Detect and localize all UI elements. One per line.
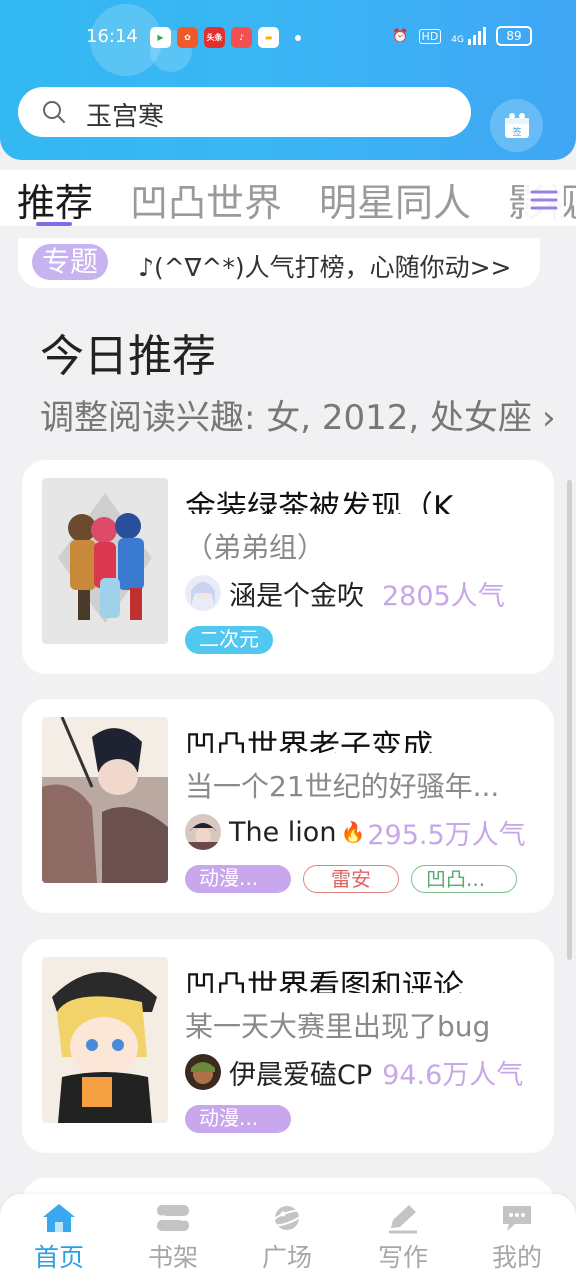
author-row: 涵是个金吹 2805人气 (185, 574, 505, 612)
book-description: 某一天大赛里出现了bug (185, 1010, 491, 1043)
tag-list: 二次元 (185, 626, 273, 654)
scrollbar[interactable] (567, 480, 572, 960)
status-time: 16:14 (86, 26, 138, 47)
nav-home[interactable]: 首页 (19, 1202, 99, 1274)
battery-indicator: 89 (496, 26, 532, 46)
hot-flame-icon: 🔥 (340, 820, 366, 844)
search-bar[interactable]: 玉宫寒 (18, 87, 471, 137)
book-title: 凹凸世界看图和评论 (185, 969, 464, 993)
bottom-navigation: 首页 书架 广场 写作 我的 (0, 1194, 576, 1280)
nav-bookshelf[interactable]: 书架 (133, 1202, 213, 1274)
popularity-count: 295.5万人气 (367, 819, 526, 851)
topic-tag: 专题 (32, 244, 109, 280)
tab-celebrity-fanfic[interactable]: 明星同人 (319, 172, 471, 226)
reading-interest-label: 调整阅读兴趣: 女, 2012, 处女座 (40, 398, 533, 438)
wallet-app-icon: ▬ (258, 27, 279, 48)
nav-square[interactable]: 广场 (247, 1202, 327, 1274)
author-avatar (185, 814, 221, 850)
home-icon (43, 1204, 75, 1232)
active-tab-indicator (36, 222, 72, 226)
nav-write[interactable]: 写作 (363, 1202, 443, 1274)
author-avatar (185, 1054, 221, 1090)
nav-mine[interactable]: 我的 (477, 1202, 557, 1274)
news-app-icon: 头条 (204, 27, 225, 48)
nav-label: 书架 (147, 1243, 198, 1272)
daily-sign-in-button[interactable]: 签 (490, 99, 543, 152)
nav-label: 我的 (491, 1243, 542, 1272)
author-row: The lion 🔥 295.5万人气 (185, 813, 526, 851)
book-tag[interactable]: 动漫... (185, 865, 291, 893)
book-tag[interactable]: 雷安 (303, 865, 399, 893)
author-name: The lion (229, 816, 337, 848)
alarm-icon: ⏰ (392, 28, 409, 44)
nav-label: 首页 (33, 1243, 84, 1272)
book-title: 金装绿茶被发现（K (185, 490, 454, 514)
sign-in-label: 签 (512, 126, 521, 138)
notification-icons: ▶ ✿ 头条 ♪ ▬ (150, 27, 301, 48)
tag-list: 动漫... (185, 1105, 291, 1133)
author-avatar (185, 575, 221, 611)
nav-label: 写作 (377, 1243, 428, 1272)
planet-icon (269, 1206, 305, 1230)
book-card[interactable]: 凹凸世界老子变成 当一个21世纪的好骚年... The lion 🔥 295.5… (22, 699, 554, 913)
more-notifications-dot (295, 34, 301, 41)
author-row: 伊晨爱磕CP 94.6万人气 (185, 1053, 523, 1091)
video-app-icon: ▶ (150, 27, 171, 48)
nav-label: 广场 (261, 1243, 312, 1272)
status-bar: 16:14 ▶ ✿ 头条 ♪ ▬ ⏰ HD 4G 89 (0, 22, 576, 56)
tag-list: 动漫... 雷安 凹凸... (185, 865, 517, 893)
book-description: 当一个21世纪的好骚年... (185, 770, 500, 803)
reading-interest-setting[interactable]: 调整阅读兴趣: 女, 2012, 处女座 › (40, 390, 556, 439)
tab-aotu-world[interactable]: 凹凸世界 (130, 172, 282, 226)
section-title: 今日推荐 (40, 331, 216, 382)
category-menu-button[interactable] (524, 180, 564, 220)
status-right: ⏰ HD 4G 89 (392, 26, 532, 46)
book-description: （弟弟组） (185, 531, 326, 564)
tab-recommend[interactable]: 推荐 (17, 172, 93, 226)
book-cover (42, 478, 168, 644)
bookshelf-icon (157, 1205, 189, 1231)
book-card[interactable]: 凹凸世界看图和评论 某一天大赛里出现了bug 伊晨爱磕CP 94.6万人气 动漫… (22, 939, 554, 1153)
app-icon: ✿ (177, 27, 198, 48)
category-tabs: 推荐 凹凸世界 明星同人 影视 (0, 170, 576, 226)
book-title: 凹凸世界老子变成 (185, 729, 433, 753)
gift-calendar-icon: 签 (504, 112, 529, 138)
book-tag[interactable]: 二次元 (185, 626, 273, 654)
author-name: 涵是个金吹 (229, 580, 364, 612)
topic-banner[interactable]: 专题 ♪(^∇^*)人气打榜，心随你动>> (18, 238, 540, 288)
book-cover (42, 957, 168, 1123)
book-card[interactable]: 金装绿茶被发现（K （弟弟组） 涵是个金吹 2805人气 二次元 (22, 460, 554, 674)
search-icon (43, 101, 65, 123)
book-tag[interactable]: 动漫... (185, 1105, 291, 1133)
pen-icon (389, 1205, 417, 1234)
hd-indicator: HD (418, 28, 442, 44)
author-name: 伊晨爱磕CP (229, 1059, 373, 1091)
topic-text: ♪(^∇^*)人气打榜，心随你动>> (138, 253, 512, 282)
book-tag[interactable]: 凹凸... (411, 865, 517, 893)
book-cover (42, 717, 168, 883)
chat-icon (503, 1206, 531, 1231)
popularity-count: 2805人气 (382, 580, 505, 612)
signal-icon: 4G (451, 27, 486, 45)
network-type: 4G (451, 35, 464, 45)
search-input[interactable]: 玉宫寒 (86, 96, 164, 133)
popularity-count: 94.6万人气 (382, 1059, 524, 1091)
chevron-right-icon: › (542, 398, 556, 438)
music-app-icon: ♪ (231, 27, 252, 48)
menu-icon (530, 190, 558, 210)
